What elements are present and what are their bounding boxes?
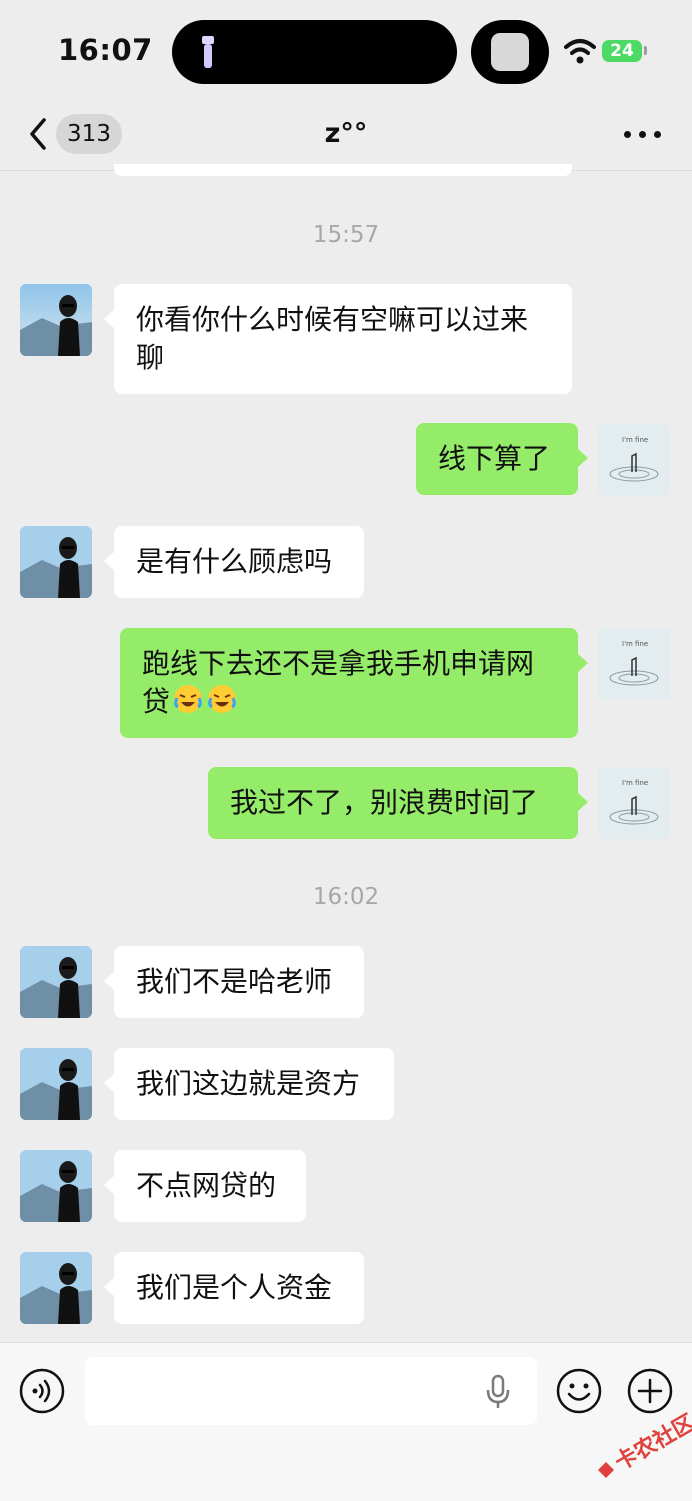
battery-tip <box>644 46 647 55</box>
dynamic-island <box>172 20 457 84</box>
svg-text:I'm fine: I'm fine <box>622 436 648 444</box>
my-avatar[interactable]: I'm fine <box>598 767 670 839</box>
svg-text:I'm fine: I'm fine <box>622 640 648 648</box>
chat-title: z°° <box>324 118 368 149</box>
status-time: 16:07 <box>58 33 153 67</box>
timestamp: 16:02 <box>312 884 380 910</box>
contact-avatar[interactable] <box>20 946 92 1018</box>
contact-avatar[interactable] <box>20 1150 92 1222</box>
laughing-crying-emoji-icon <box>208 685 237 713</box>
svg-text:I'm fine: I'm fine <box>622 779 648 787</box>
chat-header: 313 z°° <box>0 100 692 171</box>
more-icon[interactable] <box>620 122 666 146</box>
status-bar: 16:07 24 <box>0 0 692 100</box>
battery-indicator: 24 <box>602 40 642 62</box>
back-chevron-icon[interactable] <box>24 114 54 154</box>
unread-badge[interactable]: 313 <box>56 114 122 154</box>
message-bubble-received[interactable]: 我们不是哈老师 <box>104 946 364 1018</box>
message-bubble-received[interactable]: 我们是个人资金 <box>104 1252 364 1324</box>
my-avatar[interactable]: I'm fine <box>598 424 670 496</box>
app-thumbnail-icon <box>491 33 529 71</box>
contact-avatar[interactable] <box>20 284 92 356</box>
message-bubble-received[interactable]: 不点网贷的 <box>104 1150 306 1222</box>
message-bubble-sent[interactable]: 我过不了，别浪费时间了 <box>208 767 588 839</box>
message-bubble-received[interactable]: 是有什么顾虑吗 <box>104 526 364 598</box>
contact-avatar[interactable] <box>20 1252 92 1324</box>
previous-message-bubble <box>114 164 572 176</box>
mic-icon[interactable] <box>485 1374 511 1410</box>
contact-avatar[interactable] <box>20 1048 92 1120</box>
contact-avatar[interactable] <box>20 526 92 598</box>
flashlight-icon <box>202 36 214 68</box>
laughing-crying-emoji-icon <box>174 685 203 713</box>
voice-icon[interactable] <box>18 1367 66 1415</box>
my-avatar[interactable]: I'm fine <box>598 628 670 700</box>
message-bubble-sent[interactable]: 跑线下去还不是拿我手机申请网贷 <box>120 628 588 738</box>
message-bubble-received[interactable]: 我们这边就是资方 <box>104 1048 394 1120</box>
live-activity <box>471 20 549 84</box>
message-bubble-sent[interactable]: 线下算了 <box>416 423 588 495</box>
wifi-icon <box>564 39 596 64</box>
message-input[interactable] <box>85 1357 537 1425</box>
message-bubble-received[interactable]: 你看你什么时候有空嘛可以过来聊 <box>104 284 572 394</box>
timestamp: 15:57 <box>312 222 380 248</box>
battery-level: 24 <box>610 41 634 61</box>
